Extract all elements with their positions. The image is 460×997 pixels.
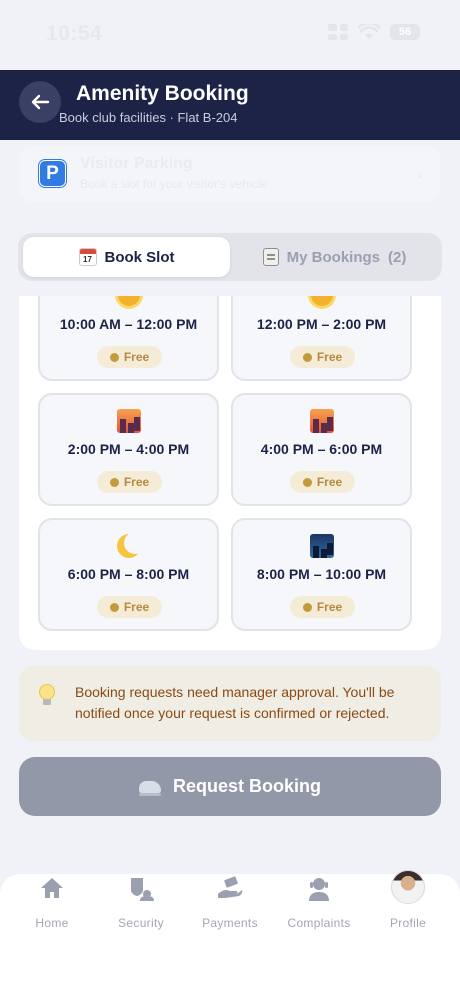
night-city-icon [233, 534, 410, 558]
slot-card[interactable]: 8:00 PM – 10:00 PM Free [231, 518, 412, 631]
sun-icon [40, 296, 217, 308]
slot-time: 10:00 AM – 12:00 PM [59, 316, 198, 332]
status-badge: Free [290, 471, 355, 493]
slots-panel: 10:00 AM – 12:00 PM Free 12:00 PM – 2:00… [19, 296, 441, 650]
back-arrow-icon [31, 94, 50, 110]
nav-security-label: Security [118, 916, 164, 930]
tab-book-slot-label: Book Slot [104, 248, 175, 266]
parking-title: Visitor Parking [80, 155, 193, 172]
info-text: Booking requests need manager approval. … [75, 684, 395, 721]
slot-time: 4:00 PM – 6:00 PM [260, 441, 383, 457]
nav-payments-label: Payments [202, 916, 258, 930]
status-bar: 10:54 56 [0, 0, 460, 70]
nav-home[interactable]: Home [6, 874, 98, 944]
crescent-moon-icon [40, 532, 217, 558]
slot-card[interactable]: 2:00 PM – 4:00 PM Free [38, 393, 219, 506]
tab-my-bookings-label: My Bookings [286, 248, 380, 266]
request-booking-button[interactable]: Request Booking [19, 757, 441, 816]
payments-icon [218, 876, 243, 898]
slot-card[interactable]: 6:00 PM – 8:00 PM Free [38, 518, 219, 631]
slot-card[interactable]: 12:00 PM – 2:00 PM Free [231, 296, 412, 381]
tab-book-slot[interactable]: 17 Book Slot [23, 237, 230, 277]
wifi-icon [358, 24, 380, 39]
status-badge: Free [290, 346, 355, 368]
status-badge: Free [97, 346, 162, 368]
nav-profile[interactable]: Profile [362, 870, 454, 944]
slot-time: 12:00 PM – 2:00 PM [256, 316, 387, 332]
slot-time: 2:00 PM – 4:00 PM [67, 441, 190, 457]
city-dusk-icon [233, 409, 410, 433]
status-badge: Free [97, 471, 162, 493]
nav-profile-label: Profile [389, 916, 427, 930]
app-header: Amenity Booking Book club facilities · F… [0, 70, 460, 140]
nav-complaints[interactable]: Complaints [273, 874, 365, 944]
slot-time: 6:00 PM – 8:00 PM [67, 566, 190, 582]
status-icons: 56 [328, 24, 420, 40]
clipboard-icon [262, 248, 279, 266]
bottom-nav: Home Security Payments Complaints Profil… [0, 870, 460, 997]
parking-icon: P [39, 160, 66, 187]
avatar [391, 870, 425, 904]
complaints-icon [309, 878, 329, 901]
nav-complaints-label: Complaints [287, 916, 351, 930]
signal-icon [328, 24, 348, 40]
status-time: 10:54 [46, 22, 103, 45]
status-badge: Free [97, 596, 162, 618]
nav-home-label: Home [35, 916, 69, 930]
home-icon [41, 878, 63, 898]
tab-my-bookings-count: (2) [388, 248, 407, 266]
slot-card[interactable]: 10:00 AM – 12:00 PM Free [38, 296, 219, 381]
calendar-icon: 17 [78, 248, 97, 266]
battery-icon: 56 [390, 24, 420, 40]
security-icon [131, 878, 154, 901]
city-sunset-icon [40, 409, 217, 433]
status-badge: Free [290, 596, 355, 618]
back-button[interactable] [19, 81, 61, 123]
lightbulb-icon [39, 684, 55, 706]
slot-time: 8:00 PM – 10:00 PM [256, 566, 387, 582]
request-booking-label: Request Booking [172, 776, 321, 796]
page-subtitle: Book club facilities · Flat B-204 [59, 110, 238, 125]
slot-card[interactable]: 4:00 PM – 6:00 PM Free [231, 393, 412, 506]
nav-payments[interactable]: Payments [184, 874, 276, 944]
shoe-icon [138, 780, 161, 796]
page-title: Amenity Booking [76, 82, 249, 105]
nav-security[interactable]: Security [95, 874, 187, 944]
approval-info-note: Booking requests need manager approval. … [19, 666, 441, 741]
tab-my-bookings[interactable]: My Bookings (2) [232, 237, 437, 277]
visitor-parking-card[interactable]: P Visitor Parking Book a slot for your v… [20, 146, 440, 202]
chevron-right-icon: › [417, 166, 422, 182]
booking-tabs: 17 Book Slot My Bookings (2) [18, 233, 442, 281]
parking-subtitle: Book a slot for your visitor's vehicle [80, 177, 268, 191]
sun-face-icon [233, 296, 410, 308]
